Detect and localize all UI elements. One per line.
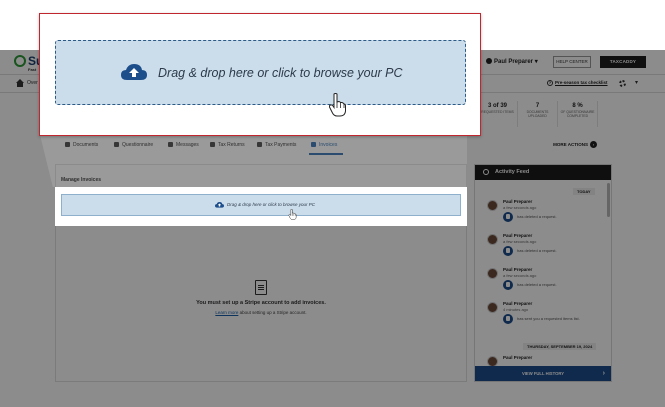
hand-cursor-icon — [329, 93, 346, 117]
hand-cursor-icon — [288, 209, 297, 220]
callout-connector — [40, 135, 467, 187]
invoice-dropzone[interactable]: Drag & drop here or click to browse your… — [61, 194, 461, 220]
cloud-upload-icon — [121, 64, 147, 80]
zoom-callout: Drag & drop here or click to browse your… — [39, 13, 481, 136]
cloud-upload-icon — [215, 202, 224, 208]
screenshot-stage: Su Fast Paul Preparer ▾ HELP CENTER TAXC… — [0, 0, 665, 407]
invoice-dropzone-zoomed[interactable]: Drag & drop here or click to browse your… — [55, 40, 466, 117]
highlighted-region: Drag & drop here or click to browse your… — [55, 187, 467, 226]
dropzone-label: Drag & drop here or click to browse your… — [227, 202, 316, 207]
dropzone-label: Drag & drop here or click to browse your… — [158, 66, 403, 80]
